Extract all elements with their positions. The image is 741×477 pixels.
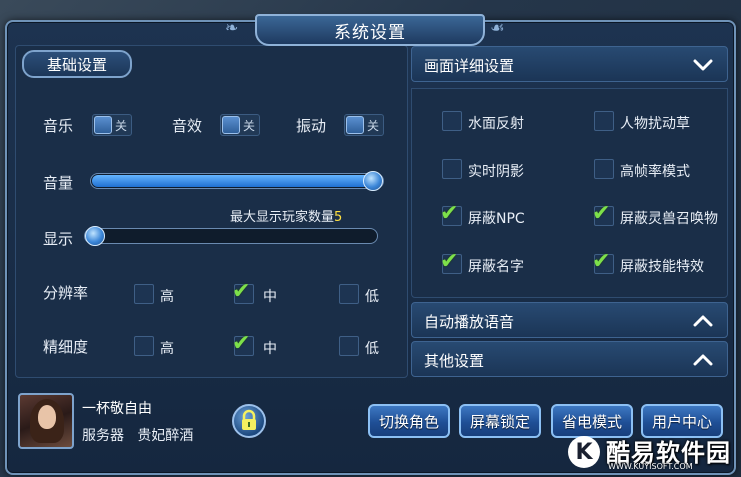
graphics-settings-header[interactable]: 画面详细设置 — [411, 46, 728, 82]
other-settings-header[interactable]: 其他设置 — [411, 341, 728, 377]
hide-npc-label: 屏蔽NPC — [468, 211, 525, 227]
server-info: 服务器 贵妃醉酒 — [82, 425, 193, 445]
vibrate-label: 振动 — [296, 117, 327, 135]
chevron-up-icon — [693, 315, 713, 327]
volume-slider[interactable] — [90, 171, 384, 191]
volume-label: 音量 — [43, 174, 74, 192]
grass-disturb-checkbox[interactable] — [594, 111, 614, 131]
max-players-value: 5 — [334, 210, 343, 225]
high-framerate-label: 高帧率模式 — [620, 164, 690, 180]
volume-slider-handle[interactable] — [363, 171, 383, 191]
hide-effects-label: 屏蔽技能特效 — [620, 259, 704, 275]
display-label: 显示 — [43, 230, 74, 248]
toggle-state: 关 — [115, 118, 128, 133]
auto-voice-header[interactable]: 自动播放语音 — [411, 302, 728, 338]
dialog-title: 系统设置 — [255, 14, 485, 46]
avatar[interactable] — [18, 393, 74, 449]
resolution-label: 分辨率 — [43, 284, 89, 302]
title-ornament-left-icon: ❧ — [225, 18, 239, 37]
detail-low-label: 低 — [365, 341, 379, 357]
sfx-label: 音效 — [172, 117, 203, 135]
watermark-url: WWW.KUYISOFT.COM — [608, 462, 693, 471]
vibrate-toggle[interactable]: 关 — [344, 114, 384, 136]
graphics-settings-title: 画面详细设置 — [424, 57, 515, 75]
check-icon: ✔ — [592, 201, 611, 226]
check-icon: ✔ — [592, 249, 611, 274]
resolution-high-checkbox[interactable] — [134, 284, 154, 304]
water-reflection-label: 水面反射 — [468, 116, 524, 132]
check-icon: ✔ — [232, 279, 251, 304]
grass-disturb-label: 人物扰动草 — [620, 116, 690, 132]
auto-voice-title: 自动播放语音 — [424, 313, 515, 331]
check-icon: ✔ — [232, 331, 251, 356]
toggle-knob — [94, 116, 112, 134]
check-icon: ✔ — [440, 201, 459, 226]
watermark: K 酷易软件园 WWW.KUYISOFT.COM — [560, 432, 741, 477]
high-framerate-checkbox[interactable] — [594, 159, 614, 179]
other-settings-title: 其他设置 — [424, 352, 485, 370]
volume-slider-fill — [92, 175, 374, 187]
detail-high-checkbox[interactable] — [134, 336, 154, 356]
realtime-shadow-checkbox[interactable] — [442, 159, 462, 179]
sfx-toggle[interactable]: 关 — [220, 114, 260, 136]
resolution-mid-label: 中 — [263, 289, 277, 305]
switch-role-button[interactable]: 切换角色 — [368, 404, 450, 438]
screen-lock-button[interactable]: 屏幕锁定 — [459, 404, 541, 438]
water-reflection-checkbox[interactable] — [442, 111, 462, 131]
realtime-shadow-label: 实时阴影 — [468, 164, 524, 180]
display-slider[interactable] — [84, 226, 378, 246]
detail-label: 精细度 — [43, 338, 89, 356]
toggle-knob — [346, 116, 364, 134]
music-toggle[interactable]: 关 — [92, 114, 132, 136]
resolution-high-label: 高 — [160, 289, 174, 305]
basic-settings-panel — [15, 45, 408, 378]
max-players-info: 最大显示玩家数量5 — [230, 210, 343, 225]
music-label: 音乐 — [43, 117, 74, 135]
avatar-face — [38, 405, 56, 429]
title-ornament-right-icon: ☙ — [490, 18, 505, 37]
lock-icon — [242, 409, 256, 430]
hide-pets-label: 屏蔽灵兽召唤物 — [620, 211, 718, 227]
lock-button[interactable] — [232, 404, 266, 438]
chevron-up-icon — [693, 354, 713, 366]
server-name: 贵妃醉酒 — [137, 428, 194, 444]
resolution-low-label: 低 — [365, 289, 379, 305]
detail-high-label: 高 — [160, 341, 174, 357]
player-name: 一杯敬自由 — [82, 401, 152, 417]
resolution-low-checkbox[interactable] — [339, 284, 359, 304]
toggle-state: 关 — [243, 118, 256, 133]
display-slider-handle[interactable] — [85, 226, 105, 246]
check-icon: ✔ — [440, 249, 459, 274]
detail-mid-label: 中 — [263, 341, 277, 357]
server-label: 服务器 — [82, 428, 124, 444]
watermark-logo-icon: K — [568, 436, 600, 468]
toggle-state: 关 — [367, 118, 380, 133]
toggle-knob — [222, 116, 240, 134]
detail-low-checkbox[interactable] — [339, 336, 359, 356]
tab-basic-settings[interactable]: 基础设置 — [22, 50, 132, 78]
hide-names-label: 屏蔽名字 — [468, 259, 524, 275]
chevron-down-icon — [693, 59, 713, 71]
